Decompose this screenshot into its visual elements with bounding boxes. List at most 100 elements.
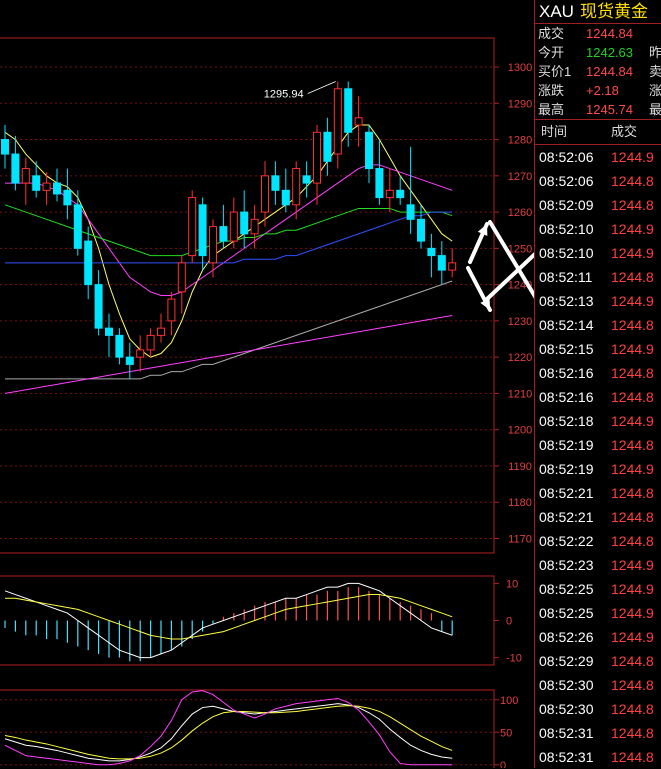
- quote-label-secondary: 卖: [649, 64, 661, 79]
- candle: [396, 175, 405, 205]
- tick-time: 08:52:22: [539, 533, 594, 549]
- tick-row[interactable]: 08:52:16 1244.8: [535, 385, 661, 409]
- tick-row[interactable]: 08:52:26 1244.9: [535, 625, 661, 649]
- tick-time: 08:52:19: [539, 461, 594, 477]
- candle: [177, 255, 186, 314]
- tick-row[interactable]: 08:52:11 1244.8: [535, 265, 661, 289]
- candle-body: [292, 168, 301, 206]
- kdj-frame: [0, 689, 495, 768]
- macd-panel: 10 0 -10: [0, 575, 522, 666]
- tick-row[interactable]: 08:52:09 1244.8: [535, 193, 661, 217]
- tick-row[interactable]: 08:52:18 1244.9: [535, 409, 661, 433]
- tick-row[interactable]: 08:52:19 1244.9: [535, 457, 661, 481]
- tick-time: 08:52:18: [539, 413, 594, 429]
- tick-row[interactable]: 08:52:30 1244.8: [535, 697, 661, 721]
- tick-time: 08:52:14: [539, 317, 594, 333]
- ma-line-5: [5, 280, 453, 380]
- tick-price: 1244.8: [611, 389, 654, 405]
- tick-row[interactable]: 08:52:31 1244.8: [535, 721, 661, 745]
- quote-row: 涨跌 +2.18 涨: [535, 81, 661, 100]
- kdj-panel: 100 50 0: [0, 689, 518, 768]
- main-frame: [0, 37, 495, 554]
- tick-price: 1244.9: [611, 245, 654, 261]
- quote-row: 最高 1245.74 最: [535, 100, 661, 119]
- tick-row[interactable]: 08:52:25 1244.9: [535, 577, 661, 601]
- tick-row[interactable]: 08:52:13 1244.9: [535, 289, 661, 313]
- candle-body: [198, 204, 207, 257]
- price-tick-label: 1300: [508, 62, 532, 74]
- quote-label: 买价1: [538, 64, 572, 79]
- tick-price: 1244.8: [611, 365, 654, 381]
- tick-price: 1244.8: [611, 437, 654, 453]
- quote-value: +2.18: [586, 83, 619, 98]
- tick-price: 1244.9: [611, 557, 654, 573]
- candle: [406, 146, 415, 234]
- candle: [240, 190, 249, 249]
- quote-value: 1242.63: [586, 45, 633, 60]
- candle: [105, 313, 113, 358]
- tick-row[interactable]: 08:52:21 1244.8: [535, 505, 661, 529]
- tick-row[interactable]: 08:52:21 1244.8: [535, 481, 661, 505]
- candle-body: [21, 168, 30, 184]
- candle: [313, 125, 321, 205]
- candle: [115, 328, 124, 365]
- tick-row[interactable]: 08:52:29 1244.8: [535, 649, 661, 673]
- tick-price: 1244.8: [611, 701, 654, 717]
- drawn-arrow: [468, 222, 489, 264]
- tick-price: 1244.8: [611, 533, 654, 549]
- moving-average-lines: [4, 124, 453, 394]
- tick-row[interactable]: 08:52:19 1244.8: [535, 433, 661, 457]
- candle-body: [146, 334, 155, 351]
- quote-value: 1244.84: [586, 26, 633, 41]
- tick-row[interactable]: 08:52:06 1244.8: [535, 169, 661, 193]
- candle-body: [157, 327, 165, 336]
- symbol: XAU: [539, 2, 574, 21]
- candle-body: [448, 262, 457, 271]
- candle-body: [136, 349, 145, 358]
- macd-tick-label: 0: [506, 616, 512, 628]
- tick-time: 08:52:10: [539, 221, 594, 237]
- quote-row: 买价1 1244.84 卖: [535, 62, 661, 81]
- tick-row[interactable]: 08:52:10 1244.9: [535, 217, 661, 241]
- tick-time: 08:52:29: [539, 653, 594, 669]
- tick-row[interactable]: 08:52:30 1244.8: [535, 673, 661, 697]
- candle-body: [406, 204, 415, 220]
- candle: [11, 135, 20, 191]
- candle-body: [333, 88, 342, 155]
- tick-row[interactable]: 08:52:23 1244.9: [535, 553, 661, 577]
- candle-body: [427, 247, 436, 257]
- candle: [437, 241, 446, 285]
- tick-row[interactable]: 08:52:22 1244.8: [535, 529, 661, 553]
- quote-value: 1244.84: [586, 64, 633, 79]
- price-tick-label: 1220: [508, 352, 532, 364]
- tick-row[interactable]: 08:52:15 1244.9: [535, 337, 661, 361]
- price-tick-label: 1210: [508, 388, 532, 400]
- candle: [448, 248, 457, 278]
- candle-body: [32, 175, 41, 191]
- tick-row[interactable]: 08:52:25 1244.9: [535, 601, 661, 625]
- candle-body: [417, 218, 425, 242]
- tick-row[interactable]: 08:52:10 1244.9: [535, 241, 661, 265]
- quote-label: 成交: [538, 26, 565, 41]
- candle: [271, 161, 280, 205]
- candle-body: [73, 204, 82, 249]
- tick-row[interactable]: 08:52:06 1244.9: [535, 145, 661, 169]
- candle: [146, 328, 155, 358]
- candle-body: [11, 153, 20, 184]
- tick-time: 08:52:25: [539, 605, 594, 621]
- candle-body: [344, 88, 353, 133]
- tick-price: 1244.8: [611, 509, 654, 525]
- tick-row[interactable]: 08:52:16 1244.8: [535, 361, 661, 385]
- candles: [1, 81, 457, 379]
- tick-time: 08:52:21: [539, 485, 594, 501]
- candle: [344, 81, 353, 147]
- candle: [136, 335, 145, 372]
- tick-row[interactable]: 08:52:31 1244.8: [535, 745, 661, 769]
- macd-dif-line: [4, 582, 453, 659]
- tick-table[interactable]: 08:52:06 1244.9 08:52:06 1244.8 08:52:09 1244…: [535, 145, 661, 769]
- tick-time: 08:52:30: [539, 677, 594, 693]
- candle-body: [385, 189, 394, 199]
- time-header: 时间: [541, 124, 568, 139]
- tick-price: 1244.9: [611, 341, 654, 357]
- tick-row[interactable]: 08:52:14 1244.8: [535, 313, 661, 337]
